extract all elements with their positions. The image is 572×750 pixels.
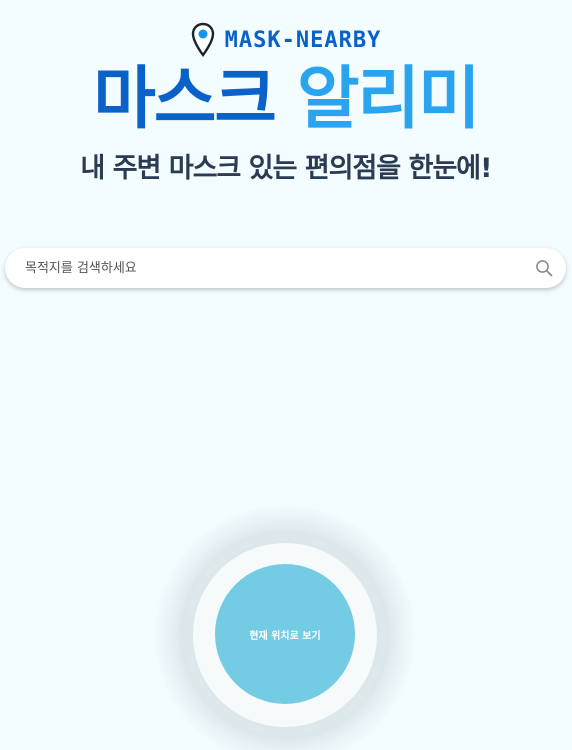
title-part-alimi: 알리미: [297, 60, 481, 139]
search-button[interactable]: [522, 248, 566, 288]
page: MASK-NEARBY 마스크 알리미 내 주변 마스크 있는 편의점을 한눈에!…: [0, 0, 572, 750]
page-subtitle: 내 주변 마스크 있는 편의점을 한눈에!: [80, 153, 493, 184]
search-bar: [5, 248, 566, 288]
title-part-mask: 마스크: [93, 60, 277, 139]
search-icon: [536, 260, 553, 277]
location-pin-icon: [191, 22, 214, 57]
brand-name: MASK-NEARBY: [224, 27, 382, 53]
search-input[interactable]: [5, 248, 522, 288]
page-title: 마스크 알리미: [0, 58, 572, 142]
current-location-button[interactable]: 현재 위치로 보기: [215, 564, 355, 704]
brand-header: MASK-NEARBY: [0, 22, 572, 58]
